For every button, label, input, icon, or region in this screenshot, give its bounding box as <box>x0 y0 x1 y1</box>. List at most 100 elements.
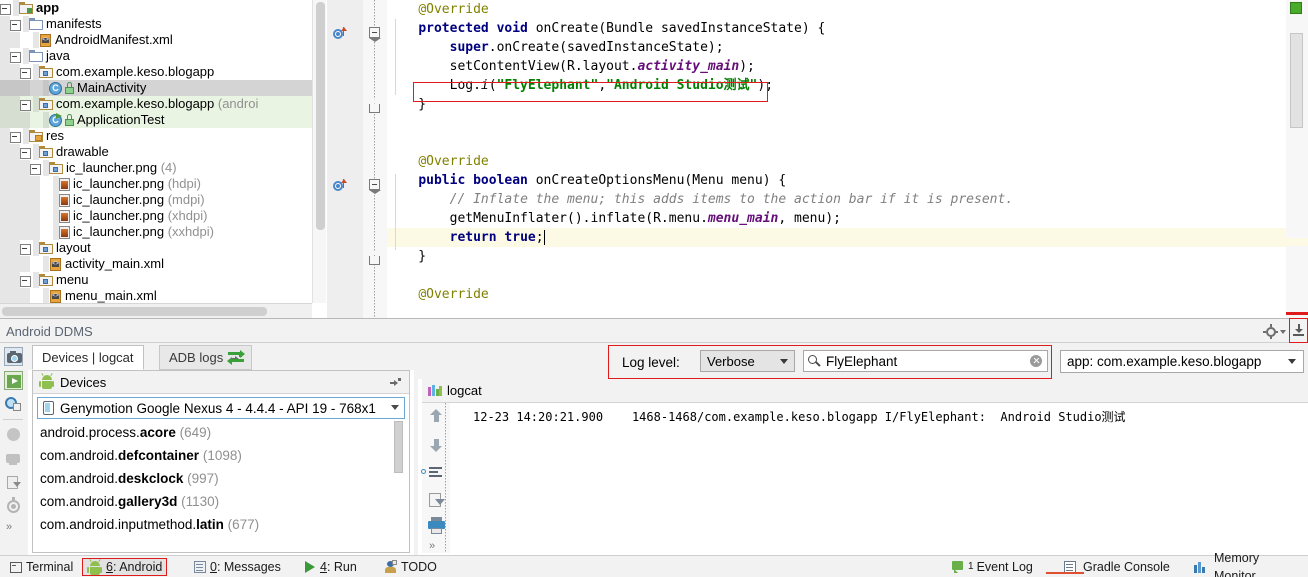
tree-node-ic-launcher-png[interactable]: ic_launcher.png (4) <box>0 160 312 176</box>
editor-gutter[interactable] <box>327 0 363 318</box>
system-information-button[interactable] <box>4 497 23 516</box>
app-filter-select[interactable]: app: com.example.keso.blogapp <box>1060 350 1304 373</box>
log-level-select[interactable]: Verbose <box>700 350 795 372</box>
code-line[interactable]: super.onCreate(savedInstanceState); <box>387 38 1308 57</box>
start-method-profiling-button[interactable] <box>4 371 23 390</box>
code-line[interactable] <box>387 114 1308 133</box>
tree-node-layout[interactable]: layout <box>0 240 312 256</box>
editor-scrollbar[interactable] <box>1286 0 1308 318</box>
tree-expand-toggle[interactable] <box>20 243 31 254</box>
fold-collapse-icon[interactable] <box>369 179 380 190</box>
tree-node-ic-launcher-png[interactable]: ic_launcher.png (xxhdpi) <box>0 224 312 240</box>
settings-gear-button[interactable] <box>1264 323 1290 340</box>
editor-code-text[interactable]: @Override protected void onCreate(Bundle… <box>387 0 1308 318</box>
code-line[interactable]: @Override <box>387 0 1308 19</box>
tree-node-ic-launcher-png[interactable]: ic_launcher.png (xhdpi) <box>0 208 312 224</box>
device-selector[interactable]: Genymotion Google Nexus 4 - 4.4.4 - API … <box>37 397 405 419</box>
tree-expand-toggle[interactable] <box>0 3 11 14</box>
tree-expand-toggle[interactable] <box>20 67 31 78</box>
scroll-up-button[interactable] <box>427 407 446 426</box>
pin-panel-icon[interactable] <box>390 378 401 387</box>
error-marker[interactable] <box>1286 312 1308 315</box>
logcat-output[interactable]: 12-23 14:20:21.900 1468-1468/com.example… <box>451 403 1306 553</box>
code-line[interactable]: } <box>387 95 1308 114</box>
file-explorer-button[interactable] <box>4 473 23 492</box>
tree-node-com-example-keso-blogapp[interactable]: com.example.keso.blogapp (androi <box>0 96 312 112</box>
code-editor[interactable]: @Override protected void onCreate(Bundle… <box>327 0 1308 318</box>
tree-expand-toggle[interactable] <box>30 163 41 174</box>
export-to-file-button[interactable] <box>427 491 446 510</box>
status-bar-messages[interactable]: 0: Messages <box>190 558 285 576</box>
code-line[interactable] <box>387 133 1308 152</box>
process-list-item[interactable]: com.android.inputmethod.latin (677) <box>37 513 405 536</box>
project-tree-horizontal-scrollbar[interactable] <box>0 303 312 318</box>
process-list-item[interactable]: com.android.gallery3d (1130) <box>37 490 405 513</box>
process-list-scrollbar[interactable] <box>393 421 404 533</box>
tree-expand-toggle[interactable] <box>20 275 31 286</box>
code-line[interactable]: @Override <box>387 152 1308 171</box>
tree-node-androidmanifest-xml[interactable]: <>AndroidManifest.xml <box>0 32 312 48</box>
process-list[interactable]: android.process.acore (649) com.android.d… <box>37 421 405 549</box>
tree-node-ic-launcher-png[interactable]: ic_launcher.png (mdpi) <box>0 192 312 208</box>
tree-expand-toggle[interactable] <box>20 147 31 158</box>
fold-collapse-icon[interactable] <box>369 27 380 38</box>
print-button[interactable] <box>427 516 446 535</box>
use-soft-wraps-button[interactable] <box>427 463 446 482</box>
status-bar-terminal[interactable]: Terminal <box>6 558 77 576</box>
status-bar-memory-monitor[interactable]: Memory Monitor <box>1190 558 1308 576</box>
status-bar-event-log[interactable]: 1Event Log <box>948 558 1037 576</box>
tree-node-applicationtest[interactable]: CApplicationTest <box>0 112 312 128</box>
more-tools-button[interactable]: » <box>6 521 12 533</box>
scrollbar-thumb[interactable] <box>1290 33 1303 128</box>
chevron-down-icon[interactable] <box>780 359 788 364</box>
code-line[interactable]: Log.i("FlyElephant","Android Studio测试"); <box>387 76 1308 95</box>
fold-end-icon[interactable] <box>369 256 380 265</box>
chevron-down-icon[interactable] <box>1288 359 1296 364</box>
tree-node-mainactivity[interactable]: CMainActivity <box>0 80 312 96</box>
tree-node-activity-main-xml[interactable]: <>activity_main.xml <box>0 256 312 272</box>
tree-node-ic-launcher-png[interactable]: ic_launcher.png (hdpi) <box>0 176 312 192</box>
code-line[interactable]: protected void onCreate(Bundle savedInst… <box>387 19 1308 38</box>
tree-expand-toggle[interactable] <box>10 51 21 62</box>
tree-node-com-example-keso-blogapp[interactable]: com.example.keso.blogapp <box>0 64 312 80</box>
tree-expand-toggle[interactable] <box>10 131 21 142</box>
tree-node-drawable[interactable]: drawable <box>0 144 312 160</box>
device-screenshot-button[interactable] <box>4 449 23 468</box>
scrollbar-thumb[interactable] <box>2 307 267 316</box>
code-line[interactable]: getMenuInflater().inflate(R.menu.menu_ma… <box>387 209 1308 228</box>
tree-expand-toggle[interactable] <box>20 99 31 110</box>
tree-node-menu[interactable]: menu <box>0 272 312 288</box>
tree-node-menu-main-xml[interactable]: <>menu_main.xml <box>0 288 312 303</box>
tree-node-app[interactable]: app <box>0 0 312 16</box>
project-tree[interactable]: appmanifests<>AndroidManifest.xmljavacom… <box>0 0 312 303</box>
tab-devices-logcat[interactable]: Devices | logcat <box>32 345 144 370</box>
code-line[interactable] <box>387 266 1308 285</box>
project-tree-vertical-scrollbar[interactable] <box>312 0 326 303</box>
scrollbar-thumb[interactable] <box>316 2 325 230</box>
more-logcat-tools-button[interactable]: » <box>429 540 435 552</box>
clear-icon[interactable] <box>1030 355 1042 367</box>
screen-capture-button[interactable] <box>4 347 23 366</box>
restart-adb-button[interactable] <box>226 348 246 366</box>
code-line[interactable]: // Inflate the menu; this adds items to … <box>387 190 1308 209</box>
inspection-status-marker[interactable] <box>1290 2 1302 14</box>
tree-node-res[interactable]: res <box>0 128 312 144</box>
editor-fold-strip[interactable] <box>363 0 387 318</box>
code-line[interactable]: } <box>387 247 1308 266</box>
status-bar-android[interactable]: 6: Android <box>82 558 167 576</box>
tree-node-java[interactable]: java <box>0 48 312 64</box>
code-line[interactable]: public boolean onCreateOptionsMenu(Menu … <box>387 171 1308 190</box>
override-marker-icon[interactable] <box>333 26 349 40</box>
chevron-down-icon[interactable] <box>391 405 399 410</box>
process-list-item[interactable]: com.android.deskclock (997) <box>37 467 405 490</box>
code-line[interactable]: return true; <box>387 228 1308 247</box>
code-line[interactable]: @Override <box>387 285 1308 304</box>
code-line[interactable]: setContentView(R.layout.activity_main); <box>387 57 1308 76</box>
scrollbar-thumb[interactable] <box>394 421 403 473</box>
hide-panel-button[interactable] <box>1289 318 1308 343</box>
stop-process-button[interactable] <box>4 425 23 444</box>
tree-expand-toggle[interactable] <box>10 19 21 30</box>
process-list-item[interactable]: android.process.acore (649) <box>37 421 405 444</box>
override-marker-icon[interactable] <box>333 178 349 192</box>
dump-hprof-button[interactable] <box>4 395 23 414</box>
